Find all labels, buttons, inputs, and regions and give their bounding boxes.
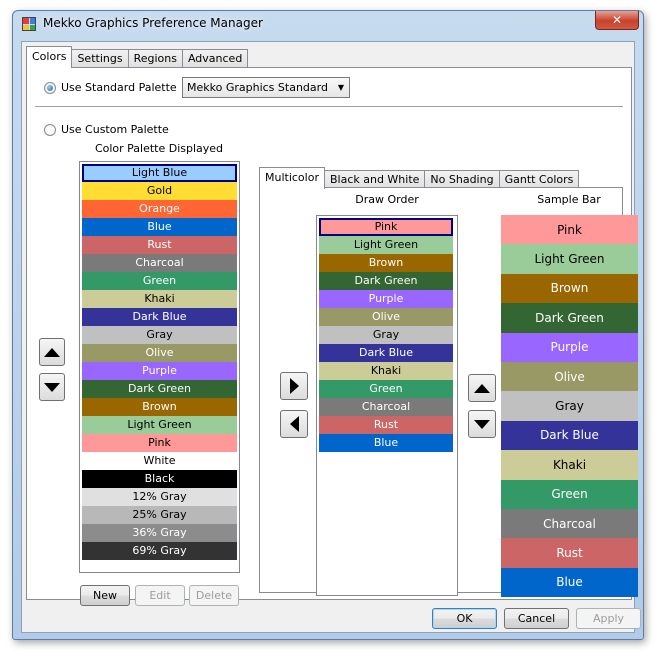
color-swatch-item[interactable]: Rust [319,416,453,434]
sample-bar-segment: Khaki [501,450,638,480]
sample-bar-segment: Brown [501,273,638,304]
color-swatch-item[interactable]: Purple [319,290,453,308]
arrow-down-icon [44,382,60,392]
add-to-draw-order-button[interactable] [280,372,308,400]
title-bar[interactable]: Mekko Graphics Preference Manager ✕ [13,11,643,39]
sample-bar-segment: Blue [501,567,638,598]
color-swatch-item[interactable]: Gold [82,182,237,200]
color-swatch-item[interactable]: Dark Blue [319,344,453,362]
draw-order-move-down-button[interactable] [468,410,496,438]
colors-panel: Use Standard Palette Mekko Graphics Stan… [26,67,638,606]
dialog-client: Colors Settings Regions Advanced Use Sta… [21,41,641,633]
color-swatch-item[interactable]: Gray [319,326,453,344]
sample-bar-segment: Dark Blue [501,420,638,451]
color-swatch-item[interactable]: Olive [82,344,237,362]
standard-palette-select[interactable]: Mekko Graphics Standard ▼ [182,77,350,98]
preference-manager-window: Mekko Graphics Preference Manager ✕ Colo… [12,10,644,640]
arrow-left-icon [289,416,299,432]
apply-button[interactable]: Apply [576,608,641,629]
tab-advanced[interactable]: Advanced [181,49,249,68]
remove-from-draw-order-button[interactable] [280,410,308,438]
arrow-up-icon [474,383,490,393]
draw-order-title: Draw Order [355,193,419,206]
color-swatch-item[interactable]: 25% Gray [82,506,237,524]
main-tabs: Colors Settings Regions Advanced [26,46,249,68]
delete-button[interactable]: Delete [189,585,239,606]
standard-palette-radio[interactable] [44,81,56,94]
color-swatch-item[interactable]: Khaki [82,290,237,308]
color-swatch-item[interactable]: Khaki [319,362,453,380]
palette-move-up-button[interactable] [39,338,65,366]
draw-order-move-up-button[interactable] [468,374,496,402]
color-swatch-item[interactable]: Gray [82,326,237,344]
window-title: Mekko Graphics Preference Manager [43,16,263,30]
color-swatch-item[interactable]: Light Green [319,236,453,254]
palette-displayed-list[interactable]: Light Blue Gold Orange Blue Rust Charcoal Gree… [79,161,240,573]
palette-displayed-title: Color Palette Displayed [94,142,224,155]
color-swatch-item[interactable]: White [82,452,237,470]
standard-palette-value: Mekko Graphics Standard [187,81,328,94]
color-swatch-item[interactable]: Purple [82,362,237,380]
palette-style-tabs: Multicolor Black and White No Shading Ga… [259,167,580,189]
close-button[interactable]: ✕ [595,11,639,30]
edit-button[interactable]: Edit [135,585,185,606]
color-swatch-item[interactable]: Green [319,380,453,398]
color-swatch-item[interactable]: Pink [319,218,453,236]
palette-move-down-button[interactable] [39,373,65,401]
color-swatch-item[interactable]: Dark Green [319,272,453,290]
color-swatch-item[interactable]: Blue [82,218,237,236]
ok-button[interactable]: OK [432,608,497,629]
chevron-down-icon: ▼ [337,83,344,92]
cancel-button[interactable]: Cancel [504,608,569,629]
color-swatch-item[interactable]: Black [82,470,237,488]
color-swatch-item[interactable]: Pink [82,434,237,452]
color-swatch-item[interactable]: Rust [82,236,237,254]
color-swatch-item[interactable]: Light Blue [82,164,237,182]
sample-bar-segment: Green [501,479,638,509]
standard-palette-option[interactable]: Use Standard Palette [44,81,177,94]
separator [35,106,623,108]
draw-order-list[interactable]: Pink Light Green Brown Dark Green Purple Oliv… [316,215,458,596]
color-swatch-item[interactable]: Green [82,272,237,290]
standard-palette-label: Use Standard Palette [61,81,177,94]
sample-bar-segment: Olive [501,361,638,392]
new-button[interactable]: New [80,585,130,606]
custom-palette-label: Use Custom Palette [61,123,169,136]
sample-bar-segment: Pink [501,215,638,245]
tab-multicolor[interactable]: Multicolor [259,167,325,189]
color-swatch-item[interactable]: Charcoal [319,398,453,416]
color-swatch-item[interactable]: 69% Gray [82,542,237,560]
multicolor-panel: Draw Order Pink Light Green Brown Dark Gree… [259,187,638,598]
app-grid-icon [22,17,36,31]
color-swatch-item[interactable]: 12% Gray [82,488,237,506]
color-swatch-item[interactable]: Light Green [82,416,237,434]
color-swatch-item[interactable]: Charcoal [82,254,237,272]
sample-bar-segment: Purple [501,332,638,362]
color-swatch-item[interactable]: Orange [82,200,237,218]
color-swatch-item[interactable]: Olive [319,308,453,326]
sample-bar-title: Sample Bar [537,193,601,206]
arrow-right-icon [289,378,299,394]
sample-bar-segment: Dark Green [501,303,638,333]
color-swatch-item[interactable]: Brown [82,398,237,416]
custom-palette-radio[interactable] [44,123,56,136]
tab-colors[interactable]: Colors [26,46,73,68]
color-swatch-item[interactable]: Dark Blue [82,308,237,326]
sample-bar-segment: Rust [501,538,638,568]
sample-bar-segment: Light Green [501,244,638,274]
tab-regions[interactable]: Regions [127,49,183,68]
sample-bar-segment: Gray [501,391,638,421]
color-swatch-item[interactable]: Dark Green [82,380,237,398]
custom-palette-option[interactable]: Use Custom Palette [44,123,169,136]
tab-settings[interactable]: Settings [71,49,129,68]
color-swatch-item[interactable]: Blue [319,434,453,452]
arrow-down-icon [474,419,490,429]
color-swatch-item[interactable]: 36% Gray [82,524,237,542]
color-swatch-item[interactable]: Brown [319,254,453,272]
arrow-up-icon [44,347,60,357]
sample-bar-segment: Charcoal [501,508,638,539]
sample-bar: Pink Light Green Brown Dark Green Purple Oliv… [501,215,638,598]
